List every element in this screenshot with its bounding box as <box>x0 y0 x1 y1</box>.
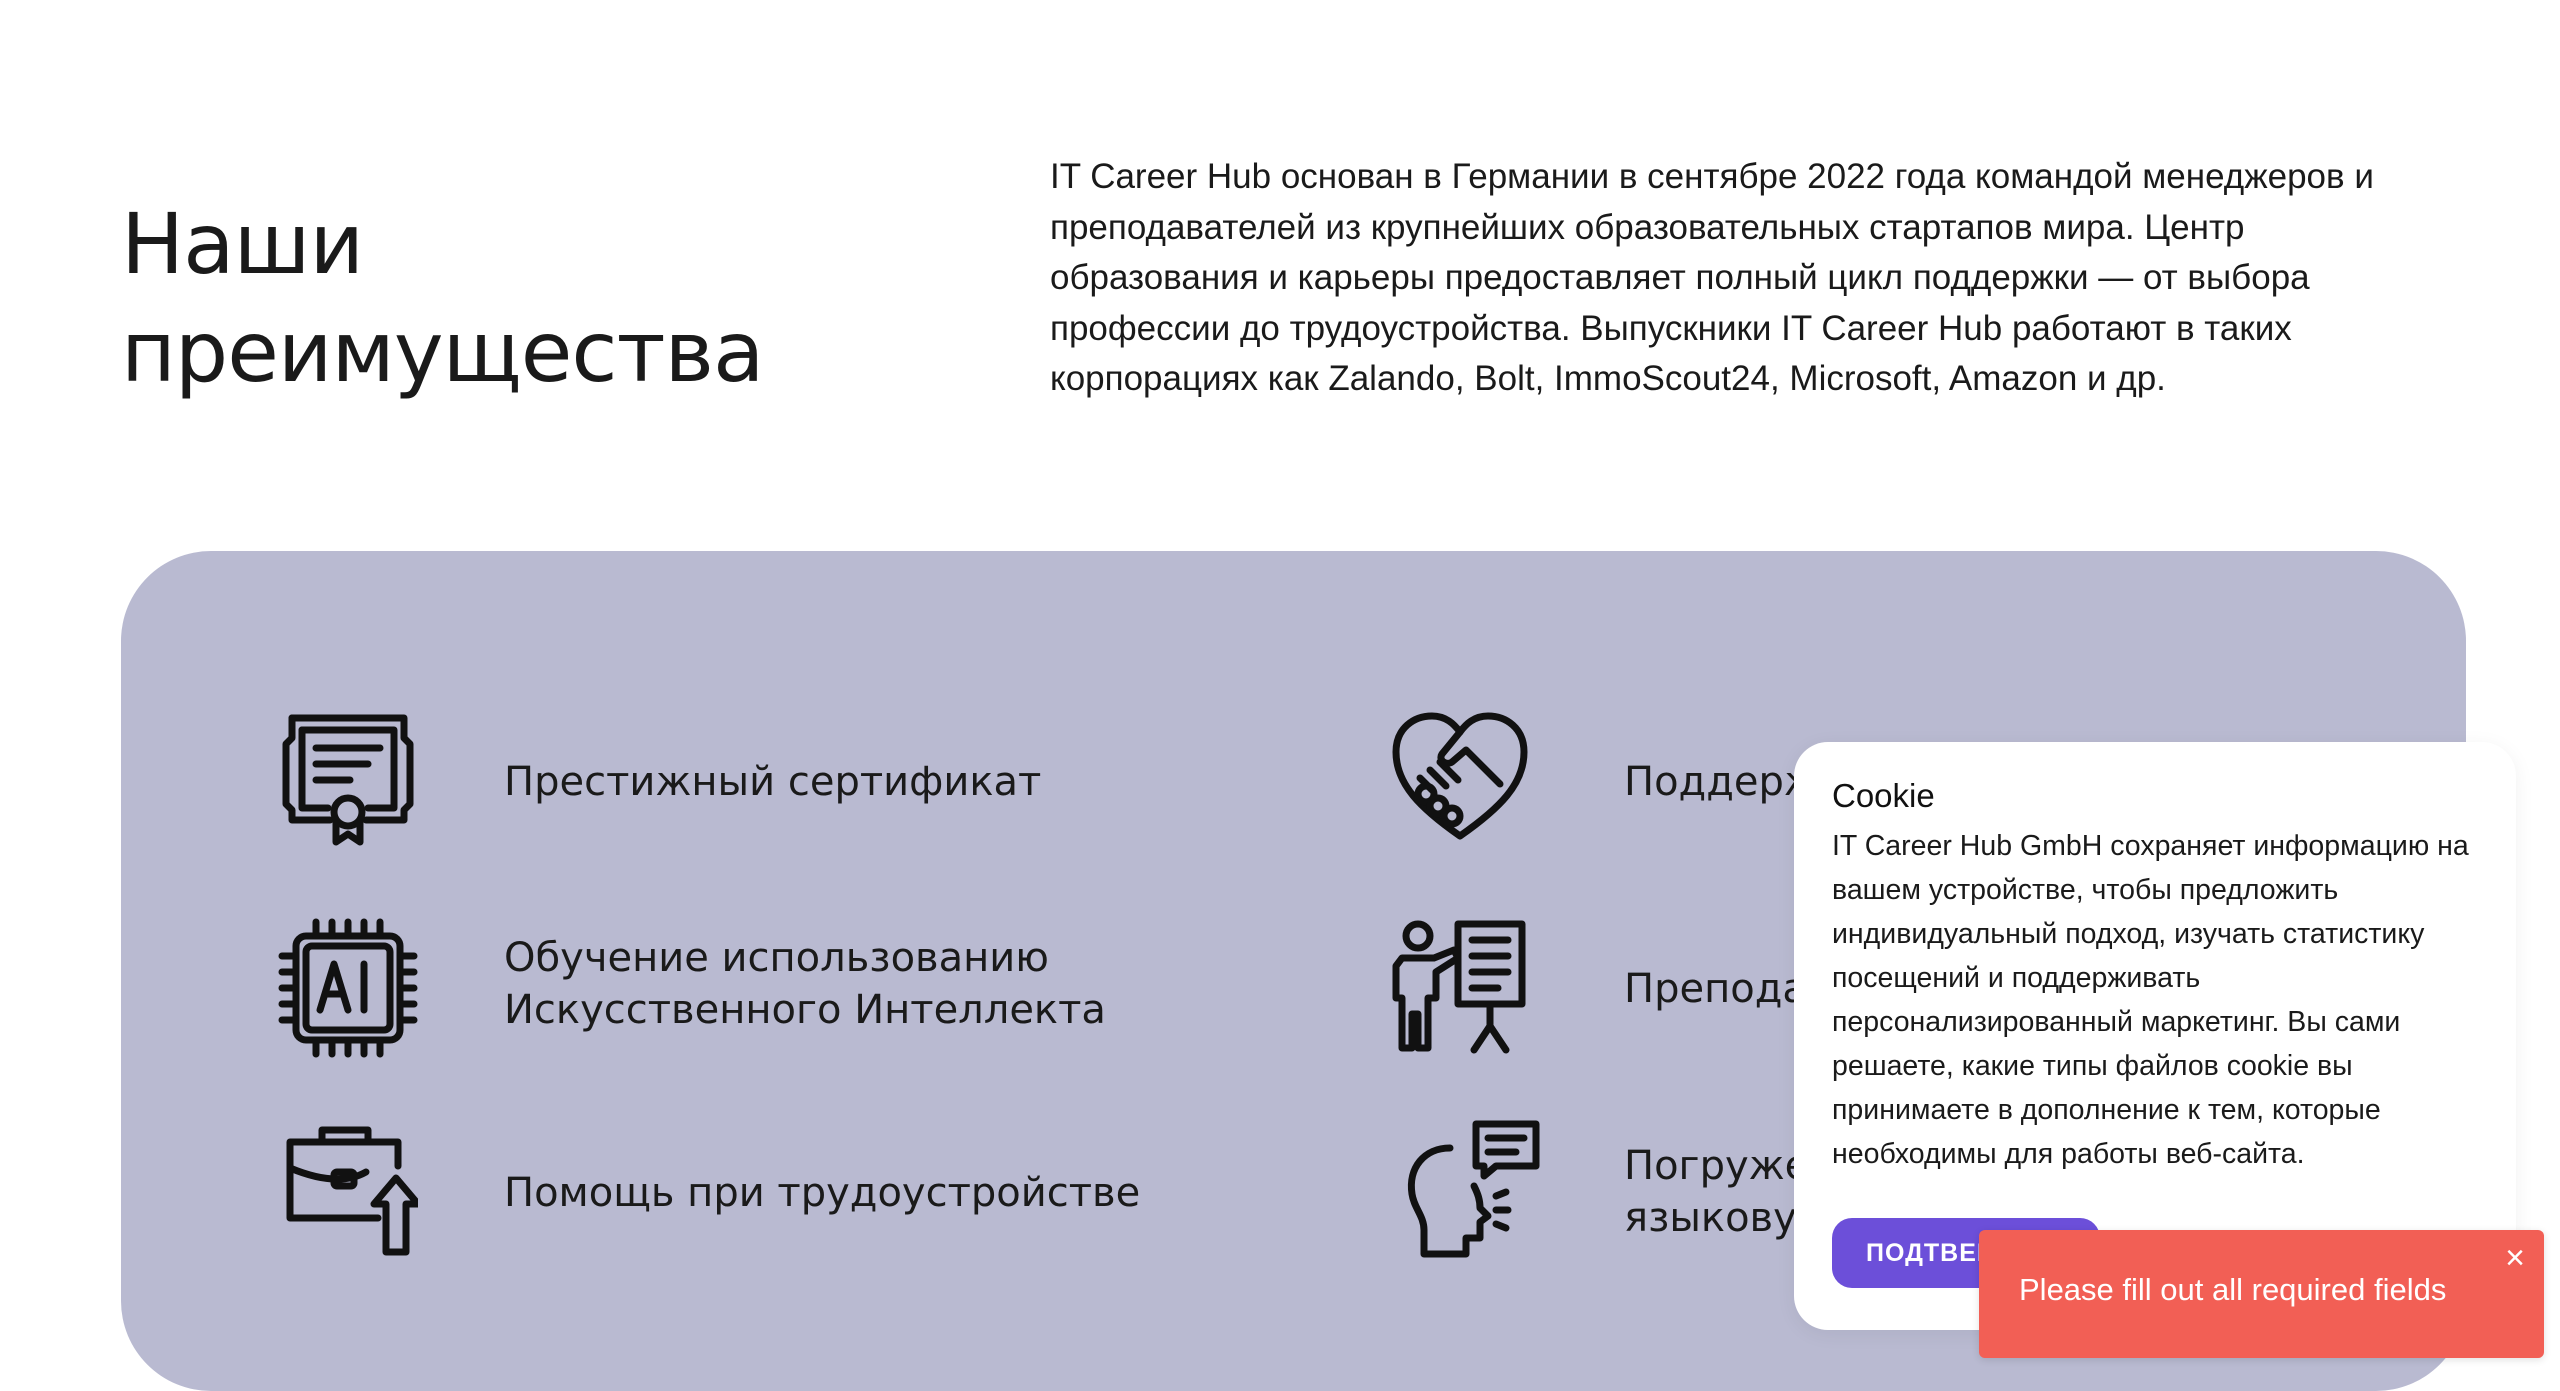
intro-paragraph: IT Career Hub основан в Германии в сентя… <box>1050 157 2374 398</box>
feature-left-2-line1: Обучение использованию <box>504 935 1049 981</box>
feature-left-2: Обучение использованию Искусственного Ин… <box>504 932 1106 1036</box>
heading-line-1: Наши <box>121 195 364 293</box>
toast-message: Please fill out all required fields <box>2019 1272 2447 1307</box>
certificate-icon <box>278 708 418 848</box>
feature-left-3: Помощь при трудоустройстве <box>504 1167 1140 1219</box>
heart-handshake-icon <box>1390 708 1530 848</box>
cookie-text: IT Career Hub GmbH сохраняет информацию … <box>1832 830 2469 1170</box>
section-heading: Наши преимущества <box>121 190 764 406</box>
ai-chip-icon <box>278 918 418 1058</box>
feature-left-2-line2: Искусственного Интеллекта <box>504 987 1106 1033</box>
speaking-head-icon <box>1404 1120 1544 1260</box>
error-toast: Please fill out all required fields × <box>1979 1230 2544 1358</box>
feature-right-1-line1: Поддерж <box>1624 759 1820 805</box>
briefcase-up-icon <box>278 1120 418 1260</box>
close-icon[interactable]: × <box>2500 1241 2530 1275</box>
feature-left-1: Престижный сертификат <box>504 756 1041 808</box>
heading-line-2: преимущества <box>121 303 764 401</box>
teacher-board-icon <box>1390 918 1530 1058</box>
feature-left-3-line1: Помощь при трудоустройстве <box>504 1170 1141 1216</box>
feature-right-2: Препода <box>1624 963 1807 1015</box>
feature-right-1: Поддерж <box>1624 756 1820 808</box>
feature-right-2-line1: Препода <box>1624 966 1807 1012</box>
cookie-title: Cookie <box>1832 777 1935 814</box>
feature-left-1-line1: Престижный сертификат <box>504 759 1042 805</box>
